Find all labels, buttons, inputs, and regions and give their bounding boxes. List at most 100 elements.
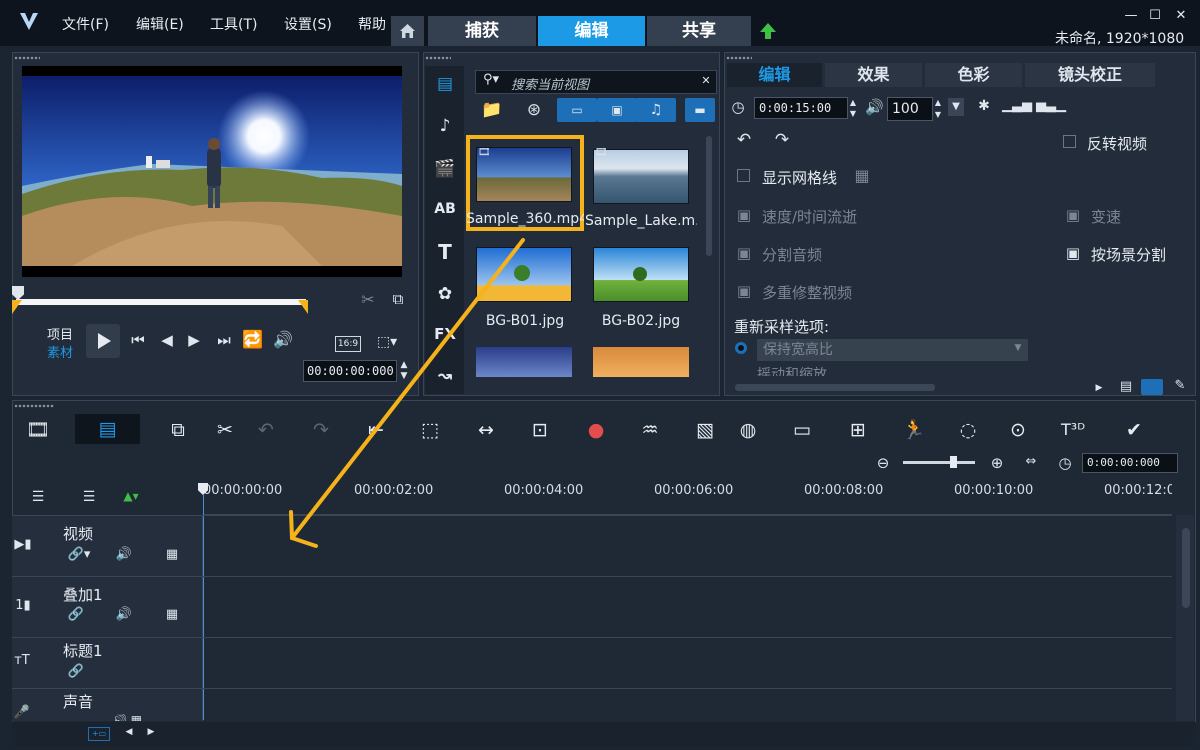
project-mode-label[interactable]: 项目 — [47, 324, 73, 343]
add-track-icon[interactable]: +▭ — [88, 727, 110, 741]
link-icon[interactable]: 🔗 — [66, 664, 86, 679]
resample-radio[interactable] — [735, 342, 747, 354]
timeline-vscroll-thumb[interactable] — [1182, 528, 1190, 608]
speed-time-button[interactable]: 速度/时间流逝 — [762, 206, 857, 227]
options-scrollbar[interactable] — [735, 384, 935, 391]
track-volume-icon[interactable]: 🔊 ▦ — [112, 714, 182, 721]
library-item[interactable]: BG-B02.jpg — [585, 237, 703, 333]
reverse-video-checkbox[interactable] — [1063, 135, 1076, 148]
prev-frame-icon[interactable]: ◀ — [157, 331, 177, 349]
library-item[interactable]: 🎞 Sample_360.mp4 — [466, 135, 584, 231]
checker-icon[interactable]: ▦ — [163, 547, 181, 562]
track-manager-icon[interactable]: ☰ — [27, 489, 49, 505]
clear-search-icon[interactable]: ✕ — [700, 74, 712, 87]
mask-creator-icon[interactable]: ◌ — [952, 416, 984, 444]
split-by-scene-button[interactable]: 按场景分割 — [1091, 244, 1166, 265]
link-icon[interactable]: 🔗▾ — [66, 547, 92, 562]
title-3d-icon[interactable]: T³ᴰ — [1057, 416, 1089, 444]
storyboard-view-icon[interactable]: 🎞 — [22, 416, 54, 444]
go-end-icon[interactable]: ⏭ — [214, 331, 234, 349]
home-button[interactable] — [391, 16, 424, 46]
layout-active-button[interactable] — [1141, 379, 1163, 395]
copy-attributes-icon[interactable]: ⧉ — [162, 416, 194, 444]
timeline-timecode[interactable]: 0:00:00:000 — [1082, 453, 1178, 473]
time-remap-icon[interactable]: 🏃 — [898, 416, 930, 444]
scroll-left-icon[interactable]: ◀ — [124, 727, 134, 737]
go-start-icon[interactable]: ⏮ — [128, 331, 148, 349]
volume-dropdown[interactable]: ▼ — [948, 98, 964, 116]
instant-project-icon[interactable]: 🎬 — [430, 155, 460, 183]
link-icon[interactable]: 🔗 — [66, 607, 86, 622]
volume-field[interactable]: 100 — [887, 97, 933, 121]
view-mode-button[interactable]: ▬ — [685, 98, 715, 122]
fade-out-icon[interactable]: ▅▃▁ — [1036, 98, 1066, 113]
tab-share[interactable]: 共享 — [647, 16, 751, 46]
tab-options-color[interactable]: 色彩 — [925, 63, 1022, 87]
scroll-right-icon[interactable]: ▶ — [1094, 383, 1104, 393]
audio-library-icon[interactable]: ♪ — [430, 112, 460, 140]
thumbnail-image[interactable] — [593, 347, 689, 377]
chapter-icon[interactable]: ☰ — [78, 489, 100, 505]
rotate-left-icon[interactable]: ↶ — [732, 130, 756, 150]
play-button[interactable] — [86, 324, 120, 358]
trim-bar[interactable] — [16, 299, 306, 305]
resample-second-option[interactable]: 摇动和缩放 — [757, 364, 897, 376]
track-row[interactable] — [12, 637, 1172, 688]
panel-grip[interactable] — [14, 404, 54, 408]
filter-video-button[interactable]: ▭ — [557, 98, 597, 122]
filter-photo-button[interactable]: ▣ — [597, 98, 637, 122]
variable-speed-button[interactable]: 变速 — [1091, 206, 1121, 227]
panel-grip[interactable] — [425, 56, 451, 60]
menu-file[interactable]: 文件(F) — [62, 14, 109, 34]
fit-timeline-icon[interactable]: ⇔ — [1022, 454, 1040, 469]
tools-icon[interactable]: ✂ — [209, 416, 241, 444]
record-icon[interactable]: ● — [580, 416, 612, 444]
tab-options-edit[interactable]: 编辑 — [727, 63, 822, 87]
duration-field[interactable]: 0:00:15:00 — [754, 97, 848, 119]
audio-mix-icon[interactable]: ♒ — [634, 416, 666, 444]
smart-render-icon[interactable]: ✔ — [1118, 416, 1150, 444]
close-icon[interactable]: ✕ — [1170, 8, 1192, 26]
resample-select[interactable]: 保持宽高比 — [757, 339, 1028, 361]
track-row[interactable] — [12, 688, 1172, 721]
zoom-slider[interactable] — [903, 461, 975, 464]
library-scrollbar[interactable] — [706, 136, 712, 256]
panel-grip[interactable] — [14, 56, 40, 60]
track-row[interactable] — [12, 576, 1172, 637]
tab-options-lens[interactable]: 镜头校正 — [1025, 63, 1155, 87]
zoom-slider-handle[interactable] — [950, 456, 957, 468]
import-media-icon[interactable]: ⊛ — [522, 100, 546, 120]
track-row[interactable] — [12, 515, 1172, 576]
split-audio-button[interactable]: 分割音频 — [762, 244, 822, 265]
tab-capture[interactable]: 捕获 — [428, 16, 536, 46]
duration-stepper[interactable]: ▲ ▼ — [848, 97, 858, 119]
track-volume-icon[interactable]: 🔊 — [114, 547, 134, 562]
blend-icon[interactable]: ◍ — [732, 416, 764, 444]
subtitle-icon[interactable]: ▭ — [786, 416, 818, 444]
checker-icon[interactable]: ▦ — [163, 607, 181, 622]
scroll-right-icon[interactable]: ▶ — [146, 727, 156, 737]
show-grid-checkbox[interactable] — [737, 169, 750, 182]
split-screen-icon[interactable]: ⊞ — [842, 416, 874, 444]
add-folder-icon[interactable]: 📁 — [480, 100, 504, 120]
repeat-icon[interactable]: 🔁 — [242, 330, 264, 350]
pan-zoom-icon[interactable]: ⊙ — [1002, 416, 1034, 444]
timeline-view-button[interactable]: ▤ — [75, 414, 140, 444]
menu-tools[interactable]: 工具(T) — [210, 14, 257, 34]
edit-layout-icon[interactable]: ✎ — [1170, 378, 1190, 393]
minimize-icon[interactable]: — — [1120, 8, 1142, 26]
tab-options-effect[interactable]: 效果 — [825, 63, 922, 87]
undo-icon[interactable]: ↶ — [250, 416, 282, 444]
transition-icon[interactable]: AB — [430, 195, 460, 223]
grid-settings-icon[interactable]: ▦ — [851, 166, 873, 185]
menu-edit[interactable]: 编辑(E) — [136, 14, 184, 34]
panel-grip[interactable] — [726, 56, 752, 60]
zoom-in-icon[interactable]: ⊕ — [988, 454, 1006, 472]
layout-icon[interactable]: ▤ — [1116, 379, 1136, 394]
mute-icon[interactable]: ✱ — [974, 98, 994, 114]
next-frame-icon[interactable]: ▶ — [184, 331, 204, 349]
add-marker-icon[interactable]: ▲▾ — [120, 489, 142, 503]
zoom-out-icon[interactable]: ⊖ — [874, 454, 892, 472]
fade-in-icon[interactable]: ▁▃▅ — [1002, 98, 1032, 113]
media-icon[interactable]: ▤ — [430, 70, 460, 98]
